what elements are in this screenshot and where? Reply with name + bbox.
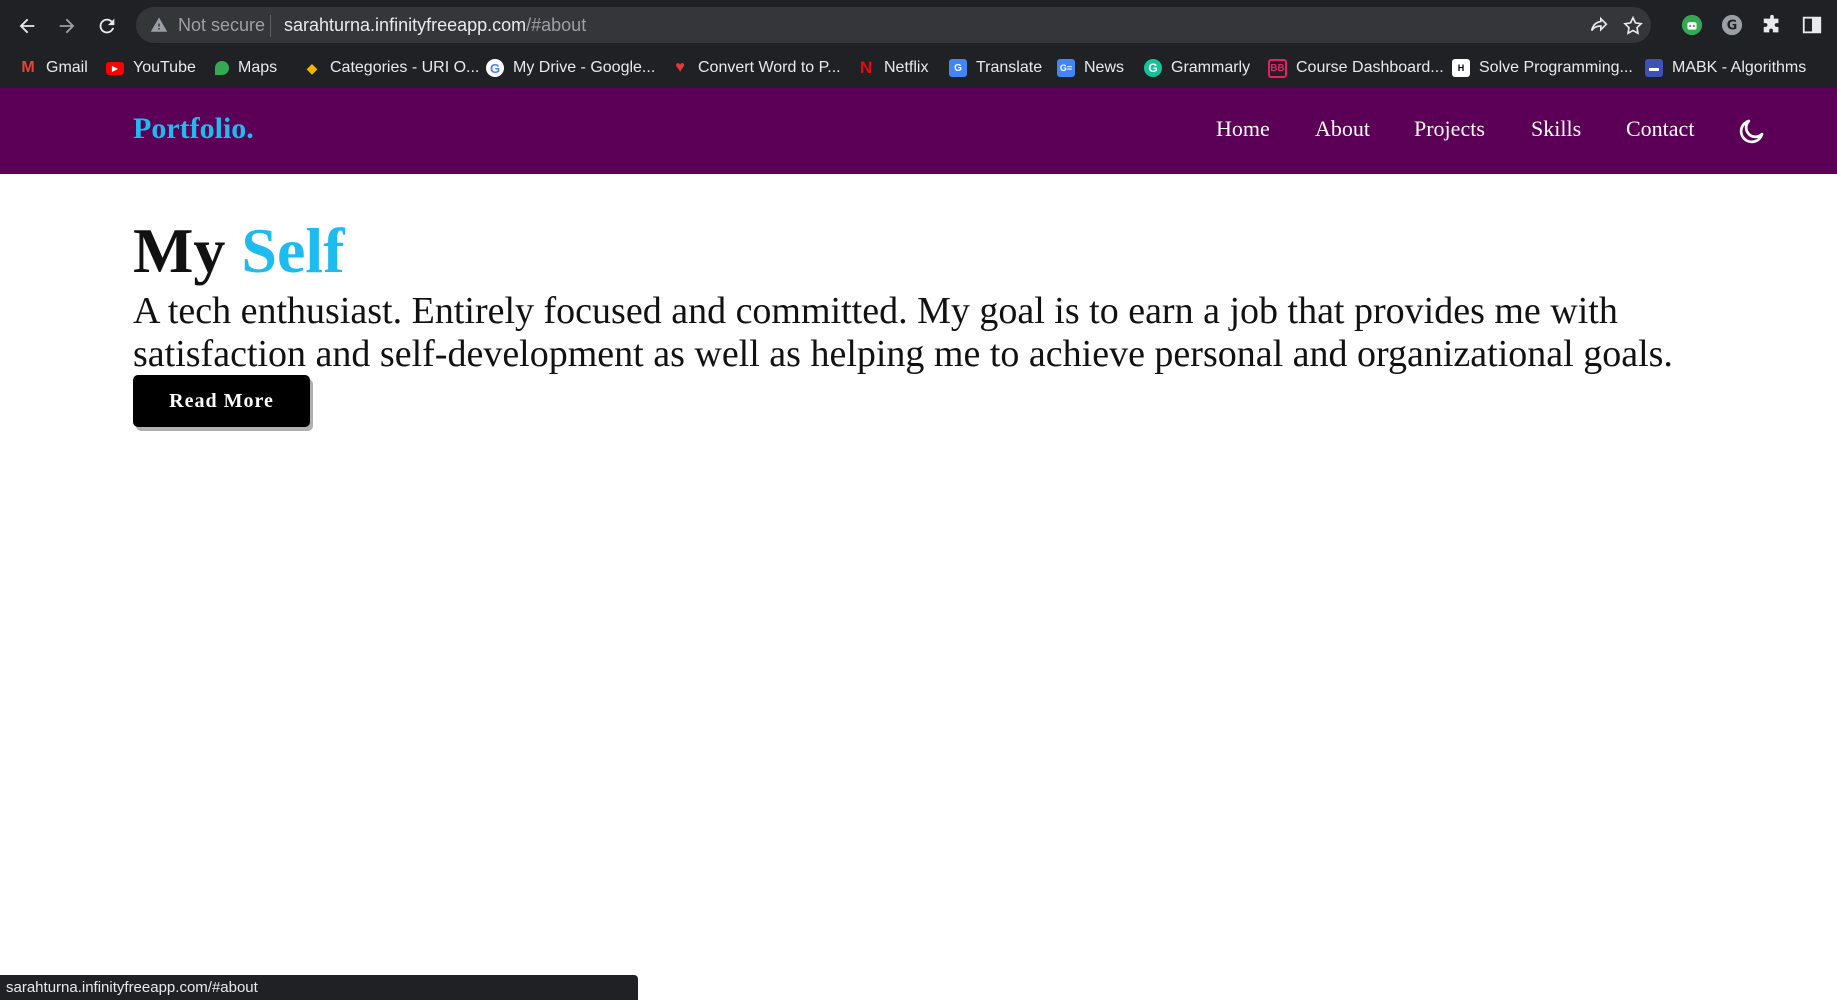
- about-bio: A tech enthusiast. Entirely focused and …: [133, 290, 1673, 375]
- grammarly-icon: G: [1144, 59, 1162, 77]
- bookmarks-bar: M Gmail ▶ YouTube Maps ◆ Categories - URI O…: [0, 49, 1837, 88]
- bookmark-label: Categories - URI O...: [330, 59, 480, 76]
- forward-arrow-icon: [59, 18, 75, 34]
- about-section: My Self A tech enthusiast. Entirely focu…: [133, 214, 1773, 376]
- nav-skills[interactable]: Skills: [1531, 116, 1581, 142]
- heart-icon: ♥: [675, 59, 685, 76]
- side-panel-icon[interactable]: [1799, 12, 1825, 38]
- bookmark-label: YouTube: [133, 59, 196, 76]
- back-arrow-icon: [19, 18, 35, 34]
- bookmark-label: MABK - Algorithms: [1672, 59, 1807, 76]
- heading-accent: Self: [241, 215, 345, 286]
- status-bar-url: sarahturna.infinityfreeapp.com/#about: [0, 975, 638, 1000]
- bookmark-maps[interactable]: Maps: [215, 57, 277, 79]
- netflix-icon: N: [859, 58, 873, 77]
- bookmark-drive[interactable]: G My Drive - Google...: [486, 57, 655, 79]
- bookmark-label: Course Dashboard...: [1296, 59, 1444, 76]
- nav-about[interactable]: About: [1315, 116, 1370, 142]
- bookmark-label: Grammarly: [1171, 59, 1251, 76]
- site-navbar: Portfolio. Home About Projects Skills Co…: [0, 88, 1837, 174]
- nav-home[interactable]: Home: [1216, 116, 1270, 142]
- youtube-icon: ▶: [106, 61, 124, 75]
- bookmark-label: Translate: [976, 59, 1043, 76]
- bookmark-label: My Drive - Google...: [513, 59, 656, 76]
- bookmark-label: Maps: [238, 59, 278, 76]
- url-text[interactable]: sarahturna.infinityfreeapp.com/#about: [284, 15, 586, 35]
- address-bar[interactable]: Not secure sarahturna.infinityfreeapp.co…: [136, 7, 1651, 43]
- toolbar: Not secure sarahturna.infinityfreeapp.co…: [0, 0, 1837, 49]
- browser-chrome: Not secure sarahturna.infinityfreeapp.co…: [0, 0, 1837, 88]
- bookmark-label: Netflix: [884, 59, 929, 76]
- security-label[interactable]: Not secure: [178, 15, 265, 35]
- bookmark-news[interactable]: G≡ News: [1057, 57, 1124, 79]
- bookmark-label: Solve Programming...: [1479, 59, 1633, 76]
- translate-icon: G: [949, 59, 967, 77]
- address-separator: [270, 15, 271, 37]
- gmail-icon: M: [21, 59, 35, 76]
- bookmark-hackerrank[interactable]: H Solve Programming...: [1452, 57, 1633, 79]
- share-icon[interactable]: [1588, 15, 1610, 37]
- course-icon: BB: [1268, 58, 1287, 78]
- bookmark-convert[interactable]: ♥ Convert Word to P...: [671, 57, 841, 79]
- bookmark-course[interactable]: BB Course Dashboard...: [1268, 57, 1444, 79]
- read-more-button[interactable]: Read More: [133, 375, 310, 427]
- google-icon: G: [486, 59, 504, 77]
- bookmark-netflix[interactable]: N Netflix: [857, 57, 929, 79]
- extension-robot-icon[interactable]: [1679, 12, 1705, 38]
- bookmark-label: News: [1084, 59, 1125, 76]
- nav-projects[interactable]: Projects: [1414, 116, 1485, 142]
- bookmark-label: Gmail: [46, 59, 88, 76]
- bookmark-gmail[interactable]: M Gmail: [19, 57, 88, 79]
- bookmark-uri[interactable]: ◆ Categories - URI O...: [303, 57, 480, 79]
- warning-icon[interactable]: [150, 16, 168, 34]
- nav-contact[interactable]: Contact: [1626, 116, 1694, 142]
- bookmark-label: Convert Word to P...: [698, 59, 841, 76]
- extensions-puzzle-icon[interactable]: [1759, 12, 1785, 38]
- svg-text:G: G: [1727, 19, 1738, 34]
- bookmark-star-icon[interactable]: [1622, 15, 1644, 37]
- bookmark-mabk[interactable]: ▬ MABK - Algorithms: [1645, 57, 1806, 79]
- url-host: sarahturna.infinityfreeapp.com: [284, 15, 527, 35]
- forward-button[interactable]: [52, 11, 82, 41]
- url-path: /#about: [526, 15, 587, 35]
- site-logo[interactable]: Portfolio.: [133, 111, 254, 147]
- back-button[interactable]: [12, 11, 42, 41]
- mabk-icon: ▬: [1645, 59, 1663, 77]
- maps-icon: [215, 61, 229, 75]
- reload-icon: [99, 18, 115, 34]
- bookmark-youtube[interactable]: ▶ YouTube: [106, 57, 196, 79]
- dark-mode-moon-icon[interactable]: [1737, 116, 1767, 146]
- hackerrank-icon: H: [1452, 59, 1470, 77]
- reload-button[interactable]: [92, 11, 122, 41]
- extension-grammarly-icon[interactable]: G: [1719, 12, 1745, 38]
- bookmark-translate[interactable]: G Translate: [949, 57, 1042, 79]
- heading-plain: My: [133, 215, 226, 286]
- news-icon: G≡: [1057, 59, 1075, 77]
- bookmark-grammarly[interactable]: G Grammarly: [1144, 57, 1250, 79]
- uri-icon: ◆: [306, 59, 318, 76]
- about-heading: My Self: [133, 214, 1773, 288]
